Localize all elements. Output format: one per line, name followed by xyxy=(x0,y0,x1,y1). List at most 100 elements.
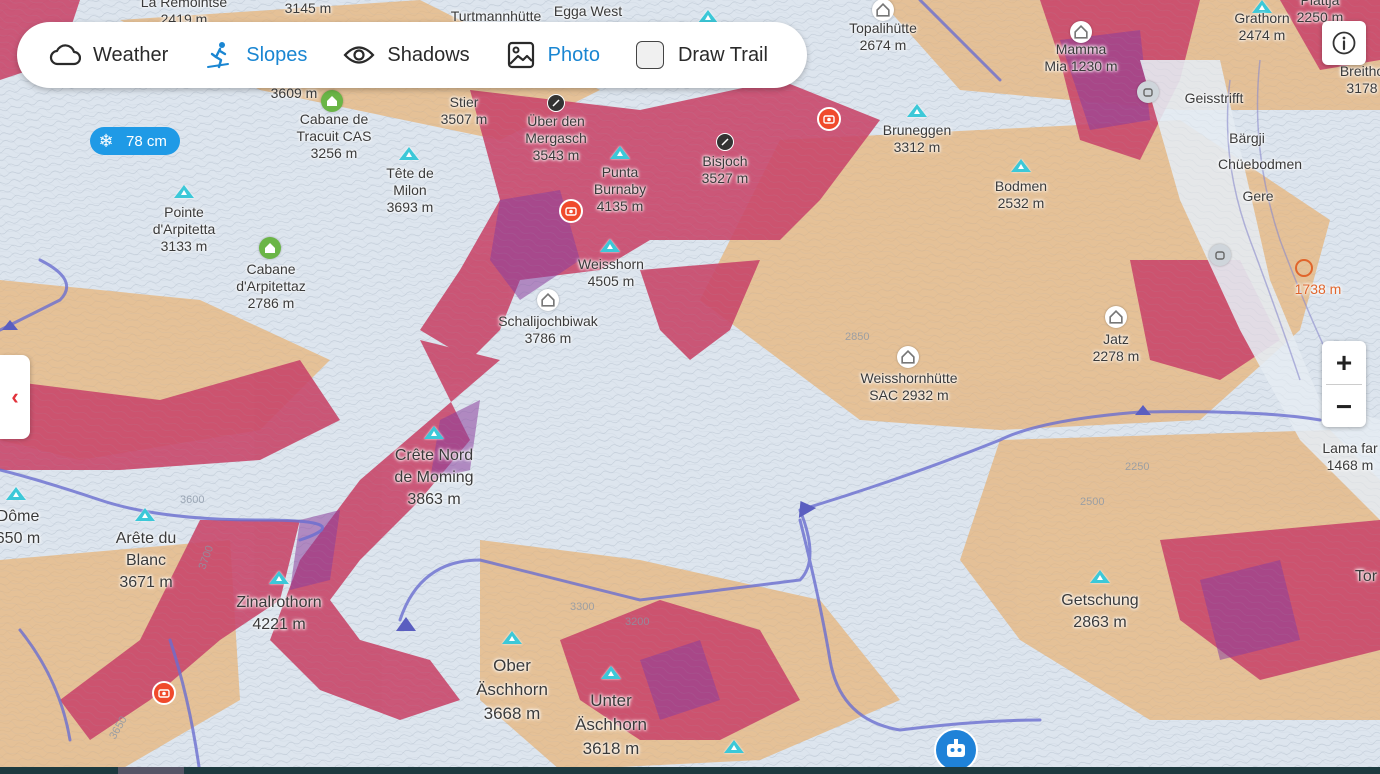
draw-trail-button[interactable]: Draw Trail xyxy=(635,41,768,69)
place-label[interactable]: Gere xyxy=(1242,188,1273,205)
peak-marker-icon[interactable] xyxy=(724,740,744,753)
peak-marker-icon[interactable] xyxy=(269,571,289,584)
peak-label[interactable]: 1738 m xyxy=(1295,281,1342,298)
hut-label[interactable]: Topalihütte 2674 m xyxy=(849,20,917,54)
hut-label[interactable]: Mamma Mia 1230 m xyxy=(1044,41,1117,75)
peak-marker-icon[interactable] xyxy=(6,487,26,500)
draw-trail-label: Draw Trail xyxy=(677,43,768,66)
place-label[interactable]: Geisstrifft xyxy=(1185,90,1244,107)
weather-label: Weather xyxy=(93,43,169,66)
snow-depth-value: 78 cm xyxy=(126,132,167,150)
snowflake-icon: ❄ xyxy=(98,130,114,151)
place-label[interactable]: Bärgji xyxy=(1229,130,1265,147)
hut-icon[interactable] xyxy=(872,0,894,21)
peak-marker-icon[interactable] xyxy=(502,631,522,644)
pass-icon[interactable] xyxy=(547,94,565,112)
viewpoint-icon[interactable] xyxy=(1295,259,1313,277)
slopes-label: Slopes xyxy=(246,43,308,66)
hut-label[interactable]: Schalijochbiwak 3786 m xyxy=(498,313,598,347)
peak-marker-icon[interactable] xyxy=(610,146,630,159)
peak-label[interactable]: Bodmen 2532 m xyxy=(995,178,1047,212)
peak-marker-icon[interactable] xyxy=(1011,159,1031,172)
peak-marker-icon[interactable] xyxy=(600,239,620,252)
cloud-icon xyxy=(49,44,81,66)
pass-label[interactable]: Bisjoch 3527 m xyxy=(702,153,749,187)
photo-icon xyxy=(507,41,534,69)
shadows-label: Shadows xyxy=(387,43,470,66)
map-canvas[interactable]: 3600 3700 2250 2850 2500 3300 3200 3650 xyxy=(0,0,1380,774)
draw-trail-checkbox[interactable] xyxy=(635,41,664,69)
map-toolbar: Weather Slopes Shadows Photo Draw Trail xyxy=(17,22,807,88)
zoom-in-button[interactable]: + xyxy=(1322,341,1366,384)
chevron-left-icon: ‹ xyxy=(11,384,19,409)
hut-icon[interactable] xyxy=(897,346,919,368)
place-label[interactable]: Lama far 1468 m xyxy=(1322,440,1377,474)
photo-camera-icon[interactable] xyxy=(817,107,841,131)
photo-button[interactable]: Photo xyxy=(506,40,600,70)
pass-label[interactable]: Über den Mergasch 3543 m xyxy=(521,113,591,164)
peak-label[interactable]: Ober Äschhorn 3668 m xyxy=(472,654,552,726)
hut-icon[interactable] xyxy=(1105,306,1127,328)
hut-icon[interactable] xyxy=(321,90,343,112)
peak-label[interactable]: Crête Nord de Moming 3863 m xyxy=(384,445,484,511)
info-icon xyxy=(1332,31,1356,55)
peak-marker-icon[interactable] xyxy=(399,147,419,160)
skier-icon xyxy=(207,42,230,69)
scrollbar-thumb[interactable] xyxy=(118,767,184,774)
peak-marker-icon[interactable] xyxy=(135,508,155,521)
hut-label[interactable]: Cabane d'Arpitettaz 2786 m xyxy=(231,261,311,312)
peak-label[interactable]: Dôme 650 m xyxy=(0,506,40,550)
peak-marker-icon[interactable] xyxy=(424,426,444,439)
photo-camera-icon[interactable] xyxy=(152,681,176,705)
peak-marker-icon[interactable] xyxy=(174,185,194,198)
peak-label[interactable]: Weisshorn 4505 m xyxy=(578,256,644,290)
peak-label[interactable]: Unter Äschhorn 3618 m xyxy=(571,689,651,761)
zoom-out-button[interactable]: − xyxy=(1322,385,1366,428)
peak-label[interactable]: Arête du Blanc 3671 m xyxy=(106,528,186,594)
hut-icon[interactable] xyxy=(259,237,281,259)
place-label[interactable]: Tor xyxy=(1355,566,1377,588)
snow-depth-badge[interactable]: ❄ 78 cm xyxy=(90,127,180,155)
peak-label[interactable]: Zinalrothorn 4221 m xyxy=(236,592,321,636)
robot-icon xyxy=(947,739,965,757)
contour-label: 2500 xyxy=(1080,496,1104,508)
bottom-scrollbar[interactable] xyxy=(0,767,1380,774)
peak-label[interactable]: Getschung 2863 m xyxy=(1061,590,1138,634)
peak-label[interactable]: Stier 3507 m xyxy=(441,94,488,128)
lift-station-icon[interactable] xyxy=(1209,244,1231,266)
photo-camera-icon[interactable] xyxy=(559,199,583,223)
contour-label: 3300 xyxy=(570,601,594,613)
peak-label[interactable]: Breitho 3178 xyxy=(1340,63,1380,97)
hut-icon[interactable] xyxy=(1070,21,1092,43)
place-label[interactable]: Chüebodmen xyxy=(1218,156,1302,173)
shadows-button[interactable]: Shadows xyxy=(343,43,470,67)
side-panel-toggle[interactable]: ‹ xyxy=(0,355,30,439)
peak-marker-icon[interactable] xyxy=(601,666,621,679)
place-label[interactable]: Egga West xyxy=(554,3,622,20)
hut-label[interactable]: Weisshornhütte SAC 2932 m xyxy=(860,370,957,404)
peak-marker-icon[interactable] xyxy=(907,104,927,117)
peak-label[interactable]: Grathorn 2474 m xyxy=(1234,10,1289,44)
pass-icon[interactable] xyxy=(716,133,734,151)
contour-label: 2250 xyxy=(1125,461,1149,473)
assistant-button[interactable] xyxy=(934,728,978,772)
trail-direction-icon xyxy=(2,320,18,330)
hut-label[interactable]: Cabane de Tracuit CAS 3256 m xyxy=(289,111,379,162)
zoom-controls: + − xyxy=(1322,341,1366,427)
slopes-button[interactable]: Slopes xyxy=(204,40,307,70)
peak-label[interactable]: Punta Burnaby 4135 m xyxy=(590,164,650,215)
peak-label[interactable]: Pointe d'Arpitetta 3133 m xyxy=(144,204,224,255)
hut-icon[interactable] xyxy=(537,289,559,311)
weather-button[interactable]: Weather xyxy=(49,43,168,67)
trail-direction-icon xyxy=(396,617,416,631)
trail-direction-icon xyxy=(1135,405,1151,415)
peak-label[interactable]: Bruneggen 3312 m xyxy=(883,122,952,156)
peak-marker-icon[interactable] xyxy=(1090,570,1110,583)
lift-station-icon[interactable] xyxy=(1137,81,1159,103)
hut-label[interactable]: Jatz 2278 m xyxy=(1093,331,1140,365)
photo-label: Photo xyxy=(547,43,600,66)
info-button[interactable] xyxy=(1322,21,1366,65)
contour-label: 3600 xyxy=(180,494,204,506)
peak-label[interactable]: Tête de Milon 3693 m xyxy=(380,165,440,216)
peak-label[interactable]: 3145 m xyxy=(285,0,332,17)
